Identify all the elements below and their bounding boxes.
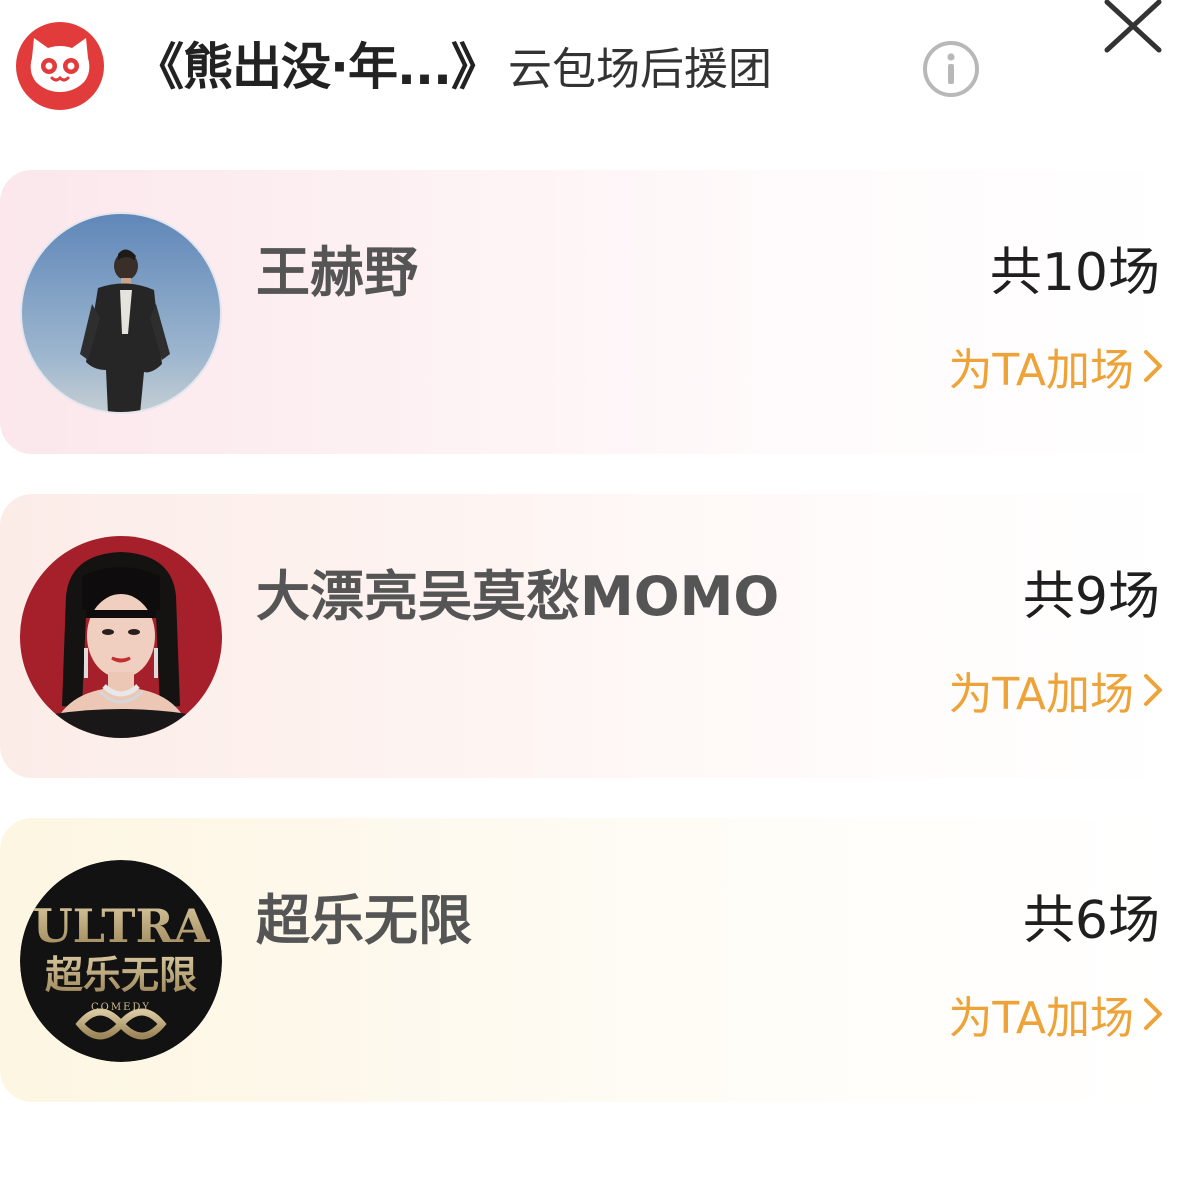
chevron-right-icon (1144, 998, 1162, 1030)
page-subtitle: 云包场后援团 (507, 44, 772, 95)
show-count: 共9场 (1022, 567, 1160, 627)
maoyan-cat-logo-icon (16, 22, 104, 110)
supporter-name: 超乐无限 (256, 889, 472, 952)
avatar (20, 212, 222, 414)
add-show-button[interactable]: 为TA加场 (948, 336, 1166, 396)
supporter-name: 大漂亮吴莫愁MOMO (256, 565, 780, 628)
add-show-label: 为TA加场 (948, 669, 1134, 720)
logo-text-top: ULTRA (33, 899, 211, 953)
show-count: 共6场 (1022, 891, 1160, 951)
supporter-name: 王赫野 (256, 241, 418, 304)
movie-title: 《熊出没·年...》 (134, 38, 501, 96)
avatar: ULTRA 超乐无限 COMEDY (20, 860, 222, 1062)
header: 《熊出没·年...》 云包场后援团 (0, 0, 1180, 140)
supporter-card[interactable]: 王赫野 共10场 为TA加场 (0, 170, 1180, 454)
page-title: 《熊出没·年...》 云包场后援团 (134, 32, 772, 102)
supporter-card[interactable]: 大漂亮吴莫愁MOMO 共9场 为TA加场 (0, 494, 1180, 778)
info-icon[interactable] (922, 40, 980, 98)
chevron-right-icon (1144, 674, 1162, 706)
logo-text-arc: COMEDY (91, 1002, 151, 1013)
add-show-label: 为TA加场 (948, 345, 1134, 396)
avatar (20, 536, 222, 738)
add-show-button[interactable]: 为TA加场 (948, 660, 1166, 720)
show-count: 共10场 (989, 243, 1160, 303)
chevron-right-icon (1144, 350, 1162, 382)
supporter-card[interactable]: ULTRA 超乐无限 COMEDY 超乐无限 共6场 为TA加场 (0, 818, 1180, 1102)
add-show-label: 为TA加场 (948, 993, 1134, 1044)
add-show-button[interactable]: 为TA加场 (948, 984, 1166, 1044)
close-icon[interactable] (1100, 0, 1166, 56)
logo-text-cn: 超乐无限 (45, 953, 197, 997)
